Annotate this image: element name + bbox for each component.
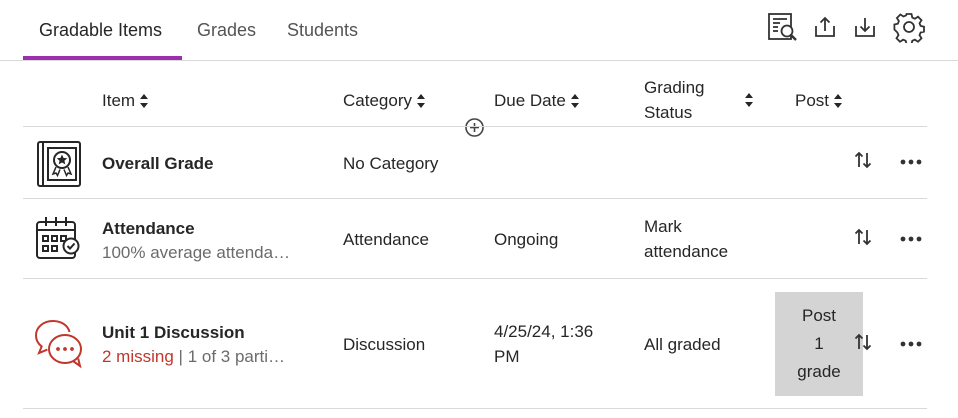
row-divider (23, 278, 927, 279)
tab-students[interactable]: Students (287, 19, 358, 41)
column-header-grading-status[interactable]: Grading Status (644, 75, 754, 125)
search-grades-icon[interactable] (765, 10, 799, 44)
row-divider (23, 126, 927, 127)
item-title[interactable]: Overall Grade (102, 151, 214, 176)
item-grading-status[interactable]: Mark attendance (644, 214, 728, 264)
gradebook-book-icon (34, 139, 84, 189)
sort-icon (570, 93, 580, 108)
item-due-date: Ongoing (494, 230, 559, 249)
more-options-icon[interactable] (899, 332, 923, 356)
column-header-item[interactable]: Item (102, 88, 149, 113)
arrows-updown-icon[interactable] (851, 330, 875, 354)
item-due-date: 4/25/24, 1:36 PM (494, 322, 594, 366)
add-item-plus-icon[interactable] (464, 117, 485, 138)
sort-icon (745, 93, 754, 107)
item-category: No Category (343, 154, 439, 173)
column-header-due-date[interactable]: Due Date (494, 88, 580, 113)
missing-count[interactable]: 2 missing (102, 347, 174, 366)
settings-gear-icon[interactable] (892, 10, 926, 44)
item-title[interactable]: Attendance (102, 216, 195, 241)
item-grading-status[interactable]: All graded (644, 332, 721, 357)
discussion-progress: 2 missing | 1 of 3 parti… (102, 347, 286, 366)
tab-bar: Gradable Items Grades Students (0, 0, 958, 61)
arrows-updown-icon[interactable] (851, 148, 875, 172)
more-options-icon[interactable] (899, 227, 923, 251)
post-grades-button[interactable]: Post 1 grade (775, 292, 863, 396)
sort-icon (416, 93, 426, 108)
row-divider (23, 408, 927, 409)
upload-icon[interactable] (808, 10, 842, 44)
arrows-updown-icon[interactable] (851, 225, 875, 249)
column-header-category[interactable]: Category (343, 88, 426, 113)
item-category: Attendance (343, 230, 430, 249)
item-title[interactable]: Unit 1 Discussion (102, 320, 245, 345)
tab-grades[interactable]: Grades (197, 19, 256, 41)
active-tab-indicator (23, 56, 182, 60)
attendance-average: 100% average attenda… (102, 243, 291, 262)
discussion-bubbles-icon (33, 318, 83, 369)
item-category: Discussion (343, 335, 426, 354)
participation-count: 1 of 3 parti… (187, 347, 286, 366)
more-options-icon[interactable] (899, 150, 923, 174)
column-header-post[interactable]: Post (795, 88, 843, 113)
sort-icon (834, 93, 843, 108)
tab-gradable-items[interactable]: Gradable Items (39, 19, 162, 41)
sort-icon (140, 93, 149, 108)
attendance-calendar-icon (33, 214, 83, 264)
download-icon[interactable] (848, 10, 882, 44)
row-divider (23, 198, 927, 199)
